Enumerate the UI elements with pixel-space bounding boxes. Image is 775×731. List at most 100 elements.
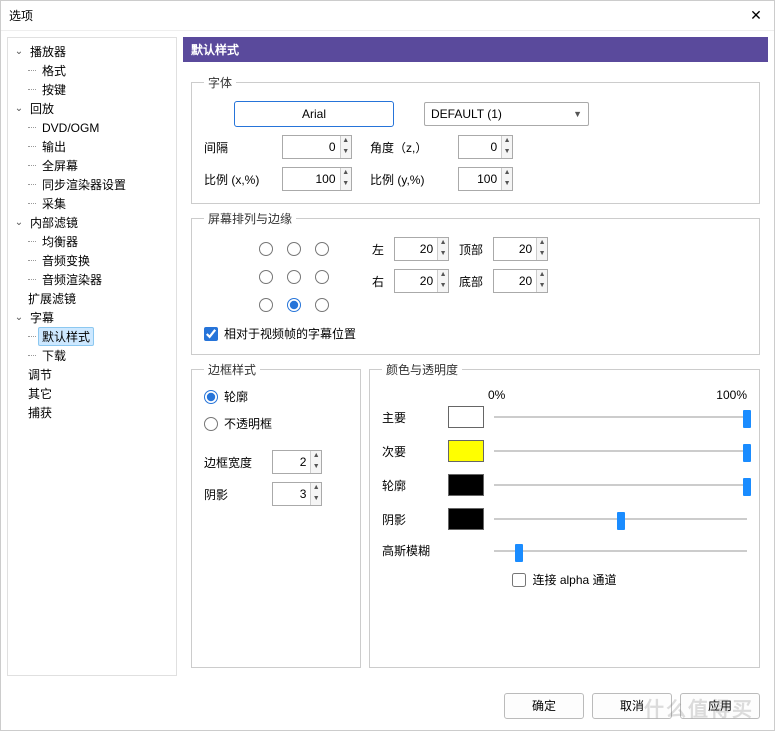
ok-button[interactable]: 确定 [504, 693, 584, 719]
tree-item[interactable]: 同步渲染器设置 [10, 175, 174, 194]
bottom-spin[interactable]: ▲▼ [493, 269, 548, 293]
spin-down-icon[interactable]: ▼ [311, 462, 321, 473]
scaley-input[interactable] [459, 168, 501, 190]
primary-slider[interactable] [494, 410, 747, 424]
apply-button[interactable]: 应用 [680, 693, 760, 719]
tree-item[interactable]: ⌄播放器 [10, 42, 174, 61]
tree-item[interactable]: 音频变换 [10, 251, 174, 270]
spin-up-icon[interactable]: ▲ [537, 270, 547, 281]
spin-down-icon[interactable]: ▼ [341, 147, 352, 158]
spin-up-icon[interactable]: ▲ [311, 451, 321, 462]
tree-item[interactable]: 全屏幕 [10, 156, 174, 175]
spin-down-icon[interactable]: ▼ [438, 281, 448, 292]
spin-down-icon[interactable]: ▼ [537, 281, 547, 292]
tree-item[interactable]: 输出 [10, 137, 174, 156]
blur-slider[interactable] [494, 544, 747, 558]
align-radio[interactable] [259, 242, 273, 256]
tree-item[interactable]: 按键 [10, 80, 174, 99]
tree-item[interactable]: DVD/OGM [10, 118, 174, 137]
spin-up-icon[interactable]: ▲ [341, 168, 352, 179]
relative-checkbox[interactable]: 相对于视频帧的字幕位置 [204, 325, 747, 342]
opaque-radio[interactable]: 不透明框 [204, 415, 348, 432]
tree-item[interactable]: 捕获 [10, 403, 174, 422]
spin-down-icon[interactable]: ▼ [341, 179, 352, 190]
spin-down-icon[interactable]: ▼ [502, 147, 512, 158]
border-shadow-spin[interactable]: ▲▼ [272, 482, 322, 506]
font-default-combo[interactable]: DEFAULT (1) ▼ [424, 102, 589, 126]
scalex-input[interactable] [283, 168, 340, 190]
left-input[interactable] [395, 238, 437, 260]
align-radio[interactable] [287, 270, 301, 284]
cancel-button[interactable]: 取消 [592, 693, 672, 719]
shadow-slider[interactable] [494, 512, 747, 526]
spin-up-icon[interactable]: ▲ [438, 238, 448, 249]
top-spin[interactable]: ▲▼ [493, 237, 548, 261]
align-radio[interactable] [315, 242, 329, 256]
spin-up-icon[interactable]: ▲ [502, 168, 512, 179]
border-group: 边框样式 轮廓 不透明框 边框宽度 ▲▼ 阴影 ▲▼ [191, 361, 361, 668]
align-radio[interactable] [259, 298, 273, 312]
caret-icon[interactable]: ⌄ [12, 217, 26, 228]
spin-up-icon[interactable]: ▲ [311, 483, 321, 494]
spacing-spin[interactable]: ▲▼ [282, 135, 352, 159]
spin-up-icon[interactable]: ▲ [537, 238, 547, 249]
tree-item[interactable]: ⌄回放 [10, 99, 174, 118]
link-alpha-input[interactable] [512, 573, 526, 587]
tree-item[interactable]: ⌄内部滤镜 [10, 213, 174, 232]
tree-item[interactable]: 下载 [10, 346, 174, 365]
tree-item[interactable]: 扩展滤镜 [10, 289, 174, 308]
left-spin[interactable]: ▲▼ [394, 237, 449, 261]
tree-item[interactable]: 均衡器 [10, 232, 174, 251]
font-button[interactable]: Arial [234, 101, 394, 127]
border-shadow-input[interactable] [273, 483, 310, 505]
align-radio[interactable] [315, 270, 329, 284]
color-group: 颜色与透明度 0%100% 主要次要轮廓阴影 高斯模糊 连接 alpha 通道 [369, 361, 760, 668]
nav-tree[interactable]: ⌄播放器格式按键⌄回放DVD/OGM输出全屏幕同步渲染器设置采集⌄内部滤镜均衡器… [7, 37, 177, 676]
angle-input[interactable] [459, 136, 501, 158]
scaley-spin[interactable]: ▲▼ [458, 167, 513, 191]
angle-spin[interactable]: ▲▼ [458, 135, 513, 159]
align-radio[interactable] [259, 270, 273, 284]
right-spin[interactable]: ▲▼ [394, 269, 449, 293]
tree-item[interactable]: 采集 [10, 194, 174, 213]
spin-up-icon[interactable]: ▲ [502, 136, 512, 147]
tree-item[interactable]: 调节 [10, 365, 174, 384]
spin-down-icon[interactable]: ▼ [502, 179, 512, 190]
primary-swatch[interactable] [448, 406, 484, 428]
outline-swatch[interactable] [448, 474, 484, 496]
right-input[interactable] [395, 270, 437, 292]
outline-radio[interactable]: 轮廓 [204, 388, 348, 405]
spin-down-icon[interactable]: ▼ [537, 249, 547, 260]
panel-header: 默认样式 [183, 37, 768, 62]
secondary-swatch[interactable] [448, 440, 484, 462]
border-width-spin[interactable]: ▲▼ [272, 450, 322, 474]
relative-checkbox-input[interactable] [204, 327, 218, 341]
align-radio[interactable] [287, 298, 301, 312]
tree-item[interactable]: 音频渲染器 [10, 270, 174, 289]
caret-icon[interactable]: ⌄ [12, 103, 26, 114]
spin-down-icon[interactable]: ▼ [311, 494, 321, 505]
secondary-slider[interactable] [494, 444, 747, 458]
align-radio[interactable] [287, 242, 301, 256]
caret-icon[interactable]: ⌄ [12, 46, 26, 57]
bottom-input[interactable] [494, 270, 536, 292]
close-icon[interactable]: ✕ [746, 7, 766, 24]
align-radio-grid[interactable] [254, 237, 334, 317]
border-width-input[interactable] [273, 451, 310, 473]
spin-up-icon[interactable]: ▲ [341, 136, 352, 147]
outline-slider[interactable] [494, 478, 747, 492]
tree-item-label: 采集 [38, 194, 70, 213]
shadow-swatch[interactable] [448, 508, 484, 530]
tree-item[interactable]: ⌄字幕 [10, 308, 174, 327]
scalex-spin[interactable]: ▲▼ [282, 167, 352, 191]
tree-item[interactable]: 默认样式 [10, 327, 174, 346]
top-input[interactable] [494, 238, 536, 260]
spin-down-icon[interactable]: ▼ [438, 249, 448, 260]
align-radio[interactable] [315, 298, 329, 312]
tree-item[interactable]: 格式 [10, 61, 174, 80]
spacing-input[interactable] [283, 136, 340, 158]
caret-icon[interactable]: ⌄ [12, 312, 26, 323]
spin-up-icon[interactable]: ▲ [438, 270, 448, 281]
tree-item[interactable]: 其它 [10, 384, 174, 403]
link-alpha-checkbox[interactable]: 连接 alpha 通道 [382, 571, 747, 588]
